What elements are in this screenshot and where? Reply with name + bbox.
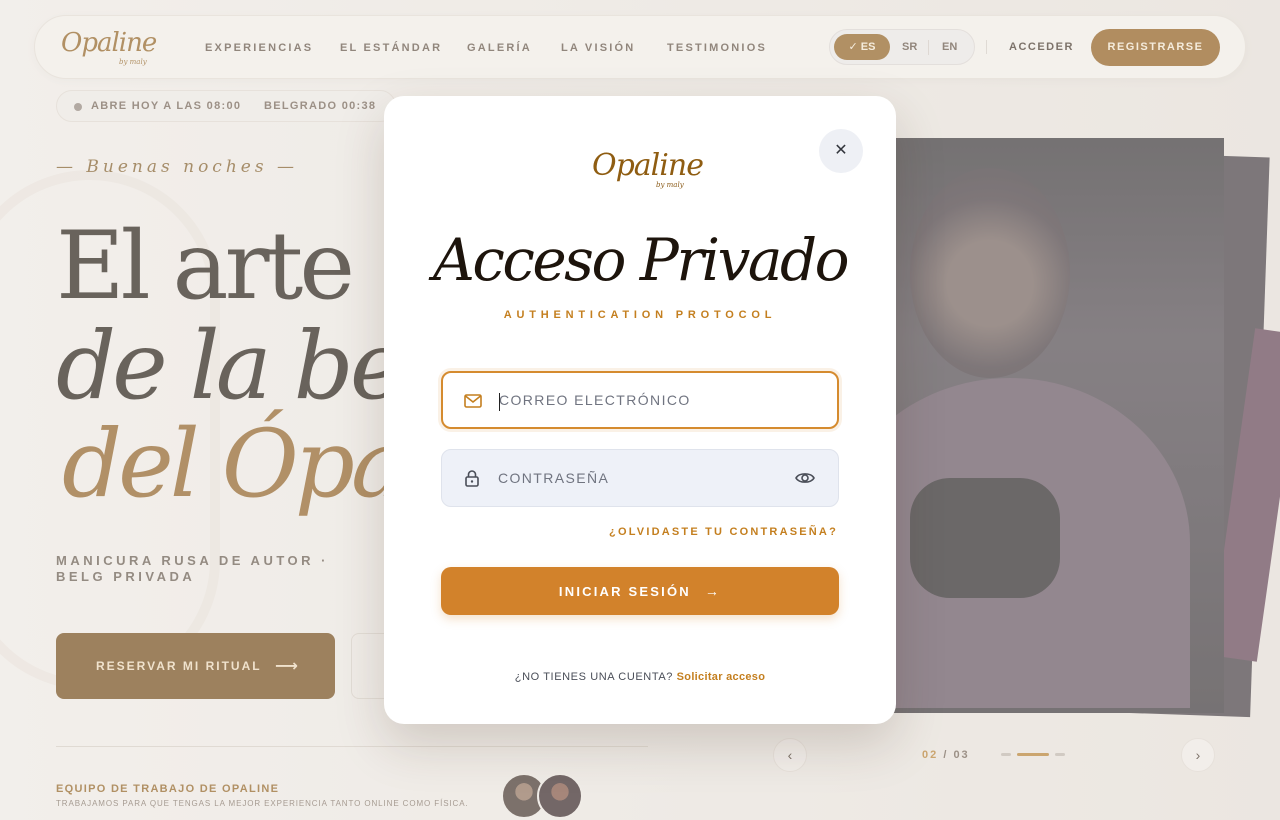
mail-icon [464, 394, 482, 408]
modal-title: Acceso Privado [433, 226, 850, 294]
modal-brand-name: Opaline [592, 148, 704, 183]
login-submit-label: INICIAR SESIÓN [558, 584, 691, 599]
modal-subtitle: AUTHENTICATION PROTOCOL [503, 309, 777, 321]
close-icon: ✕ [834, 142, 848, 159]
signup-prompt: ¿NO TIENES UNA CUENTA? Solicitar acceso [384, 671, 896, 683]
login-submit-button[interactable]: INICIAR SESIÓN → [441, 567, 839, 615]
password-input[interactable] [498, 450, 778, 506]
password-field[interactable] [441, 449, 839, 507]
close-button[interactable]: ✕ [819, 129, 863, 173]
text-caret [499, 393, 500, 411]
arrow-right-icon: → [704, 583, 722, 599]
email-input[interactable] [499, 373, 779, 427]
modal-brand-logo: Opaline by maly [592, 148, 704, 189]
lock-icon [465, 470, 479, 487]
eye-icon[interactable] [794, 468, 816, 488]
login-modal: ✕ Opaline by maly Acceso Privado AUTHENT… [384, 96, 896, 724]
forgot-password-link[interactable]: ¿OLVIDASTE TU CONTRASEÑA? [384, 526, 838, 538]
signup-prompt-text: ¿NO TIENES UNA CUENTA? [514, 671, 674, 683]
request-access-link[interactable]: Solicitar acceso [677, 671, 766, 683]
modal-brand-sub: by maly [656, 181, 684, 189]
email-field[interactable] [441, 371, 839, 429]
